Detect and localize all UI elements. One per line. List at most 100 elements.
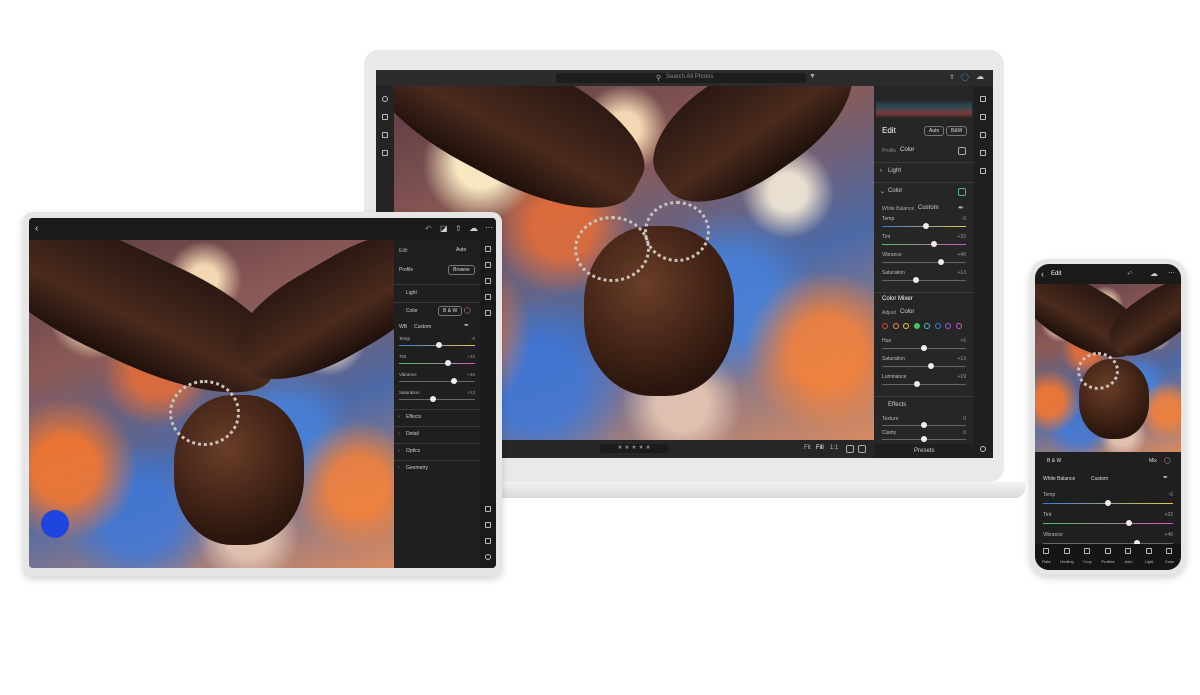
edit-icon[interactable] bbox=[485, 246, 491, 252]
color-mixer-swatch[interactable] bbox=[924, 323, 930, 329]
slider-knob[interactable] bbox=[937, 259, 944, 265]
heal-icon[interactable] bbox=[485, 278, 491, 284]
slider-knob[interactable] bbox=[921, 422, 927, 428]
profile-value[interactable]: Color bbox=[900, 147, 914, 153]
effects-section[interactable]: Effects bbox=[888, 402, 906, 408]
white-balance-value[interactable]: Custom bbox=[918, 205, 939, 211]
slider-knob[interactable] bbox=[921, 345, 927, 351]
tool-healing-icon[interactable] bbox=[1063, 548, 1070, 554]
slider-track[interactable] bbox=[399, 378, 475, 384]
view-fill[interactable]: Fill bbox=[816, 445, 824, 451]
compare-icon[interactable]: ◪ bbox=[440, 224, 448, 233]
slider-track[interactable] bbox=[882, 241, 966, 247]
slider-track[interactable] bbox=[882, 277, 966, 283]
adjust-value[interactable]: Color bbox=[900, 309, 914, 315]
color-wheel-icon[interactable]: ◯ bbox=[1164, 457, 1171, 464]
phone-header[interactable]: Edit bbox=[1051, 271, 1061, 277]
healing-icon[interactable] bbox=[980, 150, 986, 156]
bw-button[interactable]: B&W bbox=[946, 126, 968, 136]
undo-icon[interactable]: ↶ bbox=[1127, 270, 1133, 278]
eyedropper-icon[interactable]: ✒ bbox=[1163, 474, 1168, 481]
section-detail[interactable]: Detail bbox=[406, 431, 419, 437]
slider-knob[interactable] bbox=[922, 223, 929, 229]
eyedropper-icon[interactable]: ✒ bbox=[464, 322, 469, 329]
share-icon[interactable]: ⇧ bbox=[455, 224, 462, 233]
info-icon[interactable] bbox=[980, 446, 986, 452]
tool-rate-label[interactable]: Rate bbox=[1038, 559, 1055, 564]
masking-icon[interactable] bbox=[980, 168, 986, 174]
bw-button[interactable]: B & W bbox=[438, 306, 463, 316]
tool-auto-icon[interactable] bbox=[1125, 548, 1131, 554]
cloud-icon[interactable]: ☁ bbox=[469, 223, 478, 234]
slider-track[interactable] bbox=[882, 363, 966, 369]
slider-track[interactable] bbox=[399, 396, 475, 402]
light-section[interactable]: Light bbox=[406, 290, 417, 296]
profile-browse-icon[interactable] bbox=[958, 147, 966, 155]
star-icon[interactable] bbox=[485, 506, 491, 512]
slider-track[interactable] bbox=[1043, 520, 1173, 526]
rating-stars[interactable]: ★ ★ ★ ★ ★ bbox=[599, 444, 669, 453]
color-mixer-swatch[interactable] bbox=[945, 323, 951, 329]
slider-knob[interactable] bbox=[931, 241, 938, 247]
tool-light-icon[interactable] bbox=[1145, 548, 1152, 554]
tool-auto-label[interactable]: Auto bbox=[1120, 559, 1137, 564]
tool-healing-label[interactable]: Healing bbox=[1059, 559, 1076, 564]
slider-knob[interactable] bbox=[444, 360, 451, 366]
slider-knob[interactable] bbox=[912, 277, 919, 283]
add-photos-icon[interactable] bbox=[382, 96, 388, 102]
tool-light-label[interactable]: Light bbox=[1141, 559, 1158, 564]
color-section[interactable]: Color bbox=[406, 308, 418, 314]
slider-knob[interactable] bbox=[435, 342, 442, 348]
crop-icon[interactable] bbox=[485, 262, 491, 268]
brush-icon[interactable] bbox=[980, 132, 986, 138]
color-mixer-swatch[interactable] bbox=[934, 323, 941, 329]
grid-view-icon[interactable] bbox=[846, 445, 854, 453]
help-icon[interactable]: ◯ bbox=[961, 73, 969, 81]
presets-button[interactable]: Presets bbox=[914, 448, 934, 454]
section-effects[interactable]: Effects bbox=[406, 414, 421, 420]
tool-color-label[interactable]: Color bbox=[1161, 559, 1178, 564]
slider-track[interactable] bbox=[1043, 500, 1173, 506]
mix-button[interactable]: Mix bbox=[1149, 458, 1157, 464]
filter-icon[interactable]: ▼ bbox=[809, 73, 816, 80]
detail-view-icon[interactable] bbox=[858, 445, 866, 453]
more-icon[interactable]: ⋯ bbox=[485, 223, 493, 232]
light-section[interactable]: Light bbox=[888, 168, 901, 174]
slider-track[interactable] bbox=[882, 422, 966, 428]
slider-track[interactable] bbox=[882, 223, 966, 229]
tool-crop-label[interactable]: Crop bbox=[1079, 559, 1096, 564]
slider-track[interactable] bbox=[882, 436, 966, 442]
tool-rate-icon[interactable] bbox=[1043, 548, 1049, 554]
color-mixer-swatch[interactable] bbox=[903, 323, 909, 329]
tag-icon[interactable] bbox=[485, 522, 491, 528]
tool-profiles-label[interactable]: Profiles bbox=[1100, 559, 1117, 564]
color-mixer-swatch[interactable] bbox=[892, 323, 899, 329]
tool-color-icon[interactable] bbox=[1166, 548, 1172, 554]
color-section[interactable]: Color bbox=[888, 188, 902, 194]
slider-knob[interactable] bbox=[914, 381, 921, 387]
color-mixer-swatch[interactable] bbox=[913, 323, 920, 329]
slider-track[interactable] bbox=[882, 345, 966, 351]
color-mixer-swatch[interactable] bbox=[882, 323, 888, 329]
section-optics[interactable]: Optics bbox=[406, 448, 420, 454]
share-icon[interactable]: ⇧ bbox=[949, 73, 955, 81]
undo-icon[interactable]: ↶ bbox=[425, 224, 432, 233]
wb-value[interactable]: Custom bbox=[414, 324, 431, 330]
brush-icon[interactable] bbox=[485, 294, 491, 300]
color-mixer-swatch[interactable] bbox=[955, 323, 962, 329]
slider-track[interactable] bbox=[399, 360, 475, 366]
eyedropper-icon[interactable]: ✒ bbox=[958, 204, 964, 212]
cloud-icon[interactable]: ☁ bbox=[976, 72, 984, 81]
view-fit[interactable]: Fit bbox=[804, 445, 811, 451]
slider-knob[interactable] bbox=[921, 436, 927, 442]
mask-icon[interactable] bbox=[485, 310, 491, 316]
tool-crop-icon[interactable] bbox=[1084, 548, 1090, 554]
bw-button[interactable]: B & W bbox=[1047, 458, 1061, 464]
people-icon[interactable] bbox=[382, 150, 388, 156]
slider-knob[interactable] bbox=[927, 363, 934, 369]
browse-button[interactable]: Browse bbox=[448, 265, 475, 275]
info-icon[interactable] bbox=[485, 554, 491, 560]
color-wheel-icon[interactable] bbox=[958, 188, 966, 196]
search-bar[interactable]: ⚲ Search All Photos bbox=[556, 73, 806, 83]
cloud-icon[interactable]: ☁ bbox=[1150, 269, 1158, 278]
